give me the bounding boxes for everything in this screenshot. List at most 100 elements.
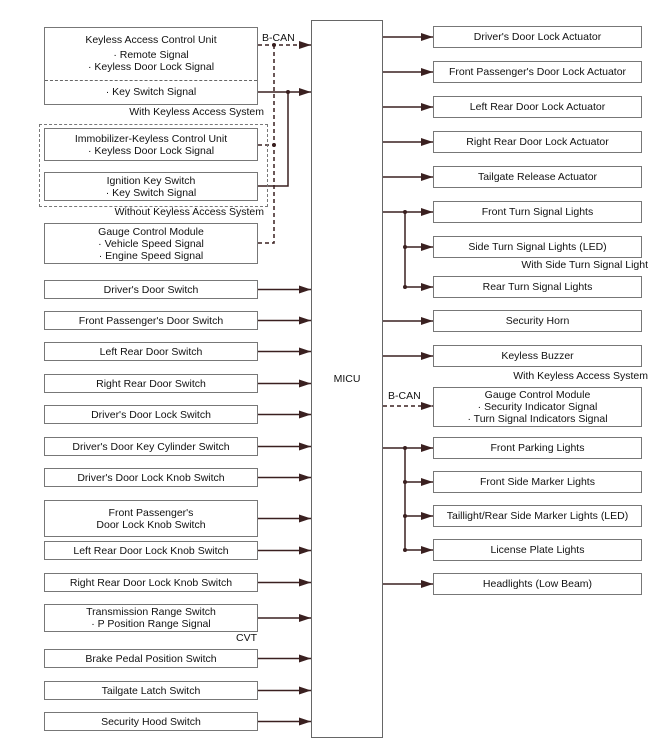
box-text: Front Passenger's: [108, 506, 194, 519]
box-text: Door Lock Knob Switch: [96, 518, 206, 531]
driver-s-door-lock-actuator-box: Driver's Door Lock Actuator: [433, 26, 642, 48]
ignition-key-switch: Ignition Key Switch · Key Switch Signal: [44, 172, 258, 201]
key-switch-signal: · Key Switch Signal: [105, 86, 197, 98]
headlights-low-beam-box: Headlights (Low Beam): [433, 573, 642, 595]
with-keyless-note: With Keyless Access System: [129, 106, 264, 118]
micu-diagram: MICU Keyless Access Control Unit · Remot…: [0, 0, 658, 756]
arrowhead-icon: [421, 402, 433, 410]
micu-label: MICU: [333, 373, 361, 385]
box-text: Front Parking Lights: [490, 442, 585, 454]
box-text: Tailgate Release Actuator: [477, 171, 598, 183]
box-text: Driver's Door Switch: [103, 283, 199, 296]
right-rear-door-lock-actuator-box: Right Rear Door Lock Actuator: [433, 131, 642, 153]
arrowhead-icon: [421, 208, 433, 216]
box-text: Driver's Door Key Cylinder Switch: [72, 440, 230, 453]
taillight-rear-side-marker-lights-led-box: Taillight/Rear Side Marker Lights (LED): [433, 505, 642, 527]
rear-turn-signal-lights-box: Rear Turn Signal Lights: [433, 276, 642, 298]
license-plate-lights-box: License Plate Lights: [433, 539, 642, 561]
front-passenger-s-door-switch-box: Front Passenger's Door Switch: [44, 311, 258, 330]
arrowhead-icon: [299, 686, 311, 695]
box-text: Headlights (Low Beam): [482, 578, 593, 590]
keyless-door-lock-signal: · Keyless Door Lock Signal: [87, 61, 215, 73]
driver-s-door-lock-switch-box: Driver's Door Lock Switch: [44, 405, 258, 424]
immobilizer-signal: · Keyless Door Lock Signal: [87, 144, 215, 157]
arrowhead-icon: [421, 173, 433, 181]
turn-signal-branch: [383, 211, 406, 287]
arrowhead-icon: [421, 33, 433, 41]
security-horn-box: Security Horn: [433, 310, 642, 332]
box-text: Left Rear Door Switch: [99, 345, 203, 358]
left-rear-door-lock-knob-switch-box: Left Rear Door Lock Knob Switch: [44, 541, 258, 560]
micu-box: MICU: [311, 20, 383, 738]
arrowhead-icon: [299, 88, 311, 96]
side-turn-signal-lights-led-box: Side Turn Signal Lights (LED): [433, 236, 642, 258]
immobilizer-title: Immobilizer-Keyless Control Unit: [74, 132, 228, 145]
arrowhead-icon: [421, 103, 433, 111]
box-text: Front Side Marker Lights: [480, 476, 595, 488]
arrowhead-icon: [421, 243, 433, 251]
arrowhead-icon: [421, 283, 433, 291]
left-rear-door-lock-actuator-box: Left Rear Door Lock Actuator: [433, 96, 642, 118]
front-passenger-s-door-lock-actuator-box: Front Passenger's Door Lock Actuator: [433, 61, 642, 83]
arrowhead-icon: [421, 317, 433, 325]
box-text: Front Turn Signal Lights: [481, 206, 594, 218]
bcan-label-input: B-CAN: [262, 32, 295, 44]
box-text: Driver's Door Lock Actuator: [473, 31, 602, 43]
front-turn-signal-lights-box: Front Turn Signal Lights: [433, 201, 642, 223]
box-text: Security Horn: [505, 315, 570, 327]
arrowhead-icon: [299, 546, 311, 555]
box-text: Tailgate Latch Switch: [101, 684, 201, 697]
tailgate-release-actuator-box: Tailgate Release Actuator: [433, 166, 642, 188]
tailgate-latch-switch-box: Tailgate Latch Switch: [44, 681, 258, 700]
arrowhead-icon: [421, 444, 433, 452]
box-text: Right Rear Door Lock Knob Switch: [69, 576, 233, 589]
gauge-control-module-input: Gauge Control Module · Vehicle Speed Sig…: [44, 223, 258, 264]
arrowhead-icon: [421, 546, 433, 554]
left-rear-door-switch-box: Left Rear Door Switch: [44, 342, 258, 361]
security-hood-switch-box: Security Hood Switch: [44, 712, 258, 731]
arrowhead-icon: [299, 654, 311, 663]
box-text: Rear Turn Signal Lights: [482, 281, 593, 293]
front-parking-lights-box: Front Parking Lights: [433, 437, 642, 459]
arrowhead-icon: [299, 442, 311, 451]
arrowhead-icon: [299, 614, 311, 622]
arrowhead-icon: [421, 352, 433, 360]
box-text: Driver's Door Lock Knob Switch: [77, 471, 225, 484]
brake-pedal-position-switch-box: Brake Pedal Position Switch: [44, 649, 258, 668]
ignition-title: Ignition Key Switch: [106, 174, 196, 187]
arrowhead-icon: [299, 473, 311, 482]
box-text: Gauge Control Module: [484, 389, 591, 401]
box-text: Security Hood Switch: [101, 715, 201, 728]
vehicle-speed-signal: · Vehicle Speed Signal: [98, 237, 204, 250]
engine-speed-signal: · Engine Speed Signal: [98, 249, 204, 262]
arrowhead-icon: [421, 138, 433, 146]
arrowhead-icon: [299, 41, 311, 49]
right-rear-door-switch-box: Right Rear Door Switch: [44, 374, 258, 393]
arrowhead-icon: [299, 514, 311, 523]
box-text: Right Rear Door Lock Actuator: [466, 136, 609, 148]
arrowhead-icon: [299, 410, 311, 419]
junction-dot: [272, 143, 276, 147]
arrowhead-icon: [299, 285, 311, 294]
box-text: Side Turn Signal Lights (LED): [468, 241, 607, 253]
box-text: Left Rear Door Lock Actuator: [469, 101, 606, 113]
box-text: · Turn Signal Indicators Signal: [467, 413, 608, 425]
arrowhead-icon: [299, 316, 311, 325]
arrowhead-icon: [299, 379, 311, 388]
front-passenger-s-box: Front Passenger's Door Lock Knob Switch: [44, 500, 258, 537]
divider: [45, 80, 257, 81]
box-text: Brake Pedal Position Switch: [85, 652, 217, 665]
arrowhead-icon: [421, 512, 433, 520]
box-text: · Security Indicator Signal: [477, 401, 598, 413]
gauge-title: Gauge Control Module: [98, 225, 204, 238]
box-text: License Plate Lights: [490, 544, 585, 556]
box-text: Right Rear Door Switch: [96, 377, 206, 390]
arrowhead-icon: [299, 578, 311, 587]
without-keyless-note: Without Keyless Access System: [114, 206, 264, 218]
side-turn-note: With Side Turn Signal Light: [521, 259, 648, 271]
immobilizer-keyless-control-unit: Immobilizer-Keyless Control Unit · Keyle…: [44, 128, 258, 161]
box-text: Keyless Buzzer: [501, 350, 574, 362]
box-text: Front Passenger's Door Switch: [78, 314, 224, 327]
box-text: Front Passenger's Door Lock Actuator: [448, 66, 627, 78]
keyless-access-control-unit: Keyless Access Control Unit · Remote Sig…: [44, 27, 258, 105]
